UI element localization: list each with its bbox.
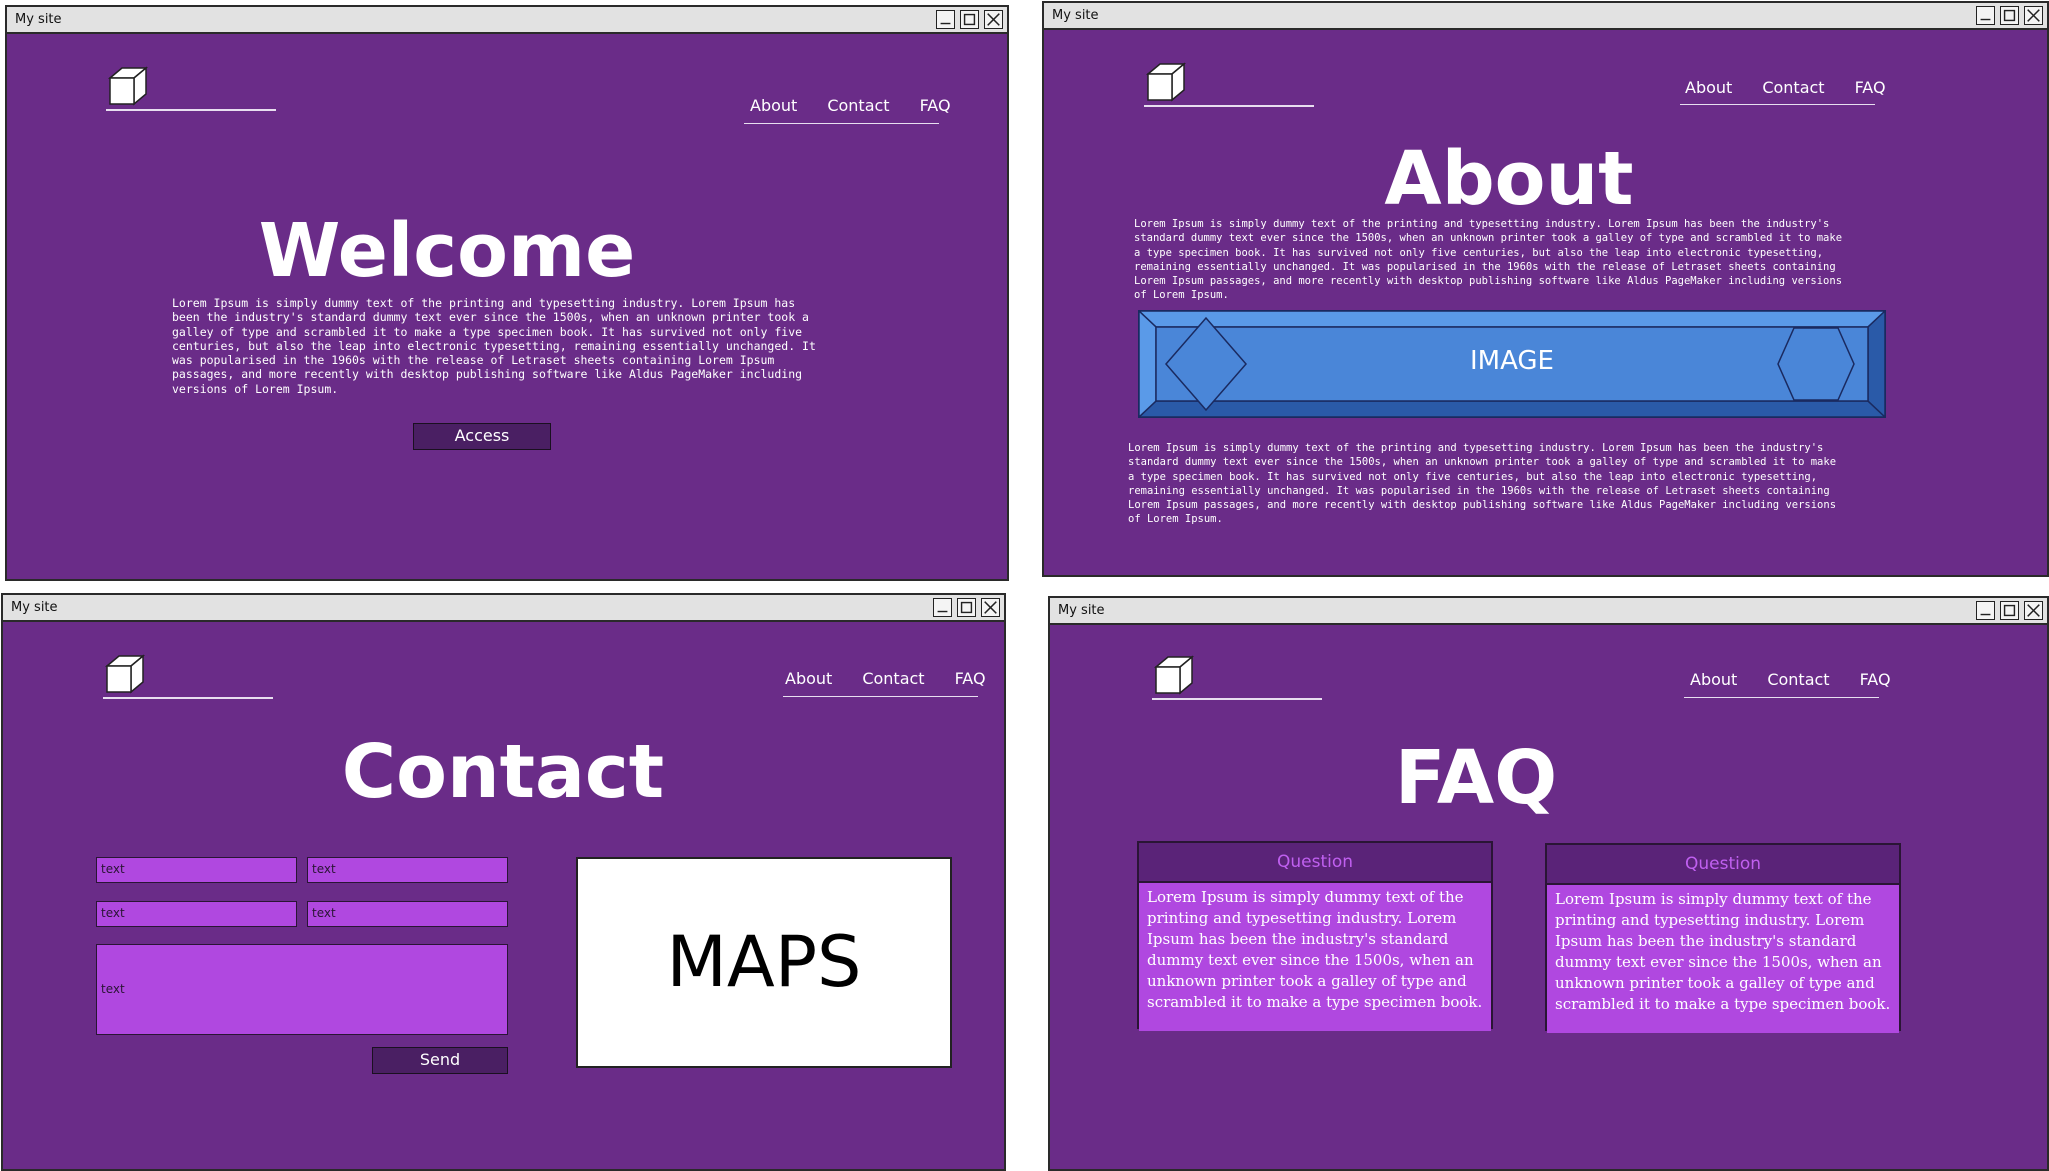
logo-underline [1152,698,1322,700]
faq-answer: Lorem Ipsum is simply dummy text of the … [1547,885,1899,1033]
nav-faq-link[interactable]: FAQ [955,669,986,688]
about-window: My site About Contact FAQ About Lorem Ip… [1042,1,2049,577]
page-title: Contact [341,729,665,815]
maps-placeholder[interactable]: MAPS [576,857,952,1068]
send-button[interactable]: Send [372,1047,508,1074]
window-title: My site [15,12,62,27]
main-nav: About Contact FAQ [1670,78,1901,97]
close-icon[interactable] [2024,6,2043,25]
maximize-icon[interactable] [960,10,979,29]
cube-logo-icon[interactable] [103,652,147,696]
logo-underline [1144,105,1314,107]
nav-underline [1680,104,1875,105]
window-titlebar: My site [1050,598,2047,625]
nav-underline [744,123,939,124]
maximize-icon[interactable] [957,598,976,617]
about-text-bottom: Lorem Ipsum is simply dummy text of the … [1128,442,1837,526]
faq-question[interactable]: Question [1547,845,1899,885]
window-titlebar: My site [3,595,1004,622]
nav-contact-link[interactable]: Contact [1762,78,1824,97]
about-text-top: Lorem Ipsum is simply dummy text of the … [1134,218,1843,302]
close-icon[interactable] [981,598,1000,617]
image-label: IMAGE [1469,346,1554,376]
access-button[interactable]: Access [413,423,551,450]
main-nav: About Contact FAQ [1675,670,1906,689]
text-field-2[interactable]: text [307,857,508,883]
minimize-icon[interactable] [1976,6,1995,25]
logo-underline [106,109,276,111]
cube-logo-icon[interactable] [1152,653,1196,697]
intro-text: Lorem Ipsum is simply dummy text of the … [172,296,816,396]
nav-about-link[interactable]: About [785,669,832,688]
message-textarea[interactable]: text [96,944,508,1035]
window-titlebar: My site [7,7,1007,34]
nav-contact-link[interactable]: Contact [862,669,924,688]
text-field-4[interactable]: text [307,901,508,927]
faq-window: My site About Contact FAQ FAQ Question L… [1048,596,2049,1171]
faq-card[interactable]: Question Lorem Ipsum is simply dummy tex… [1137,841,1493,1031]
cube-logo-icon[interactable] [1144,60,1188,104]
close-icon[interactable] [2024,601,2043,620]
page-title: FAQ [1394,735,1558,821]
faq-question[interactable]: Question [1139,843,1491,883]
nav-faq-link[interactable]: FAQ [1855,78,1886,97]
nav-faq-link[interactable]: FAQ [1860,670,1891,689]
minimize-icon[interactable] [933,598,952,617]
nav-underline [783,696,978,697]
nav-faq-link[interactable]: FAQ [920,96,951,115]
text-field-3[interactable]: text [96,901,297,927]
nav-about-link[interactable]: About [750,96,797,115]
cube-logo-icon[interactable] [106,64,150,108]
nav-about-link[interactable]: About [1690,670,1737,689]
window-title: My site [1058,603,1105,618]
maximize-icon[interactable] [2000,6,2019,25]
contact-window: My site About Contact FAQ Contact text t… [1,593,1006,1171]
nav-contact-link[interactable]: Contact [1767,670,1829,689]
image-placeholder: IMAGE [1138,310,1886,418]
window-title: My site [1052,8,1099,23]
maximize-icon[interactable] [2000,601,2019,620]
home-window: My site About Contact FAQ Welcome Lorem … [5,5,1009,581]
main-nav: About Contact FAQ [735,96,966,115]
logo-underline [103,697,273,699]
window-title: My site [11,600,58,615]
minimize-icon[interactable] [1976,601,1995,620]
nav-about-link[interactable]: About [1685,78,1732,97]
minimize-icon[interactable] [936,10,955,29]
page-title: About [1384,136,1634,222]
page-title: Welcome [258,208,636,294]
nav-underline [1684,697,1879,698]
faq-answer: Lorem Ipsum is simply dummy text of the … [1139,883,1491,1031]
close-icon[interactable] [984,10,1003,29]
text-field-1[interactable]: text [96,857,297,883]
faq-card[interactable]: Question Lorem Ipsum is simply dummy tex… [1545,843,1901,1033]
main-nav: About Contact FAQ [770,669,1001,688]
nav-contact-link[interactable]: Contact [827,96,889,115]
window-titlebar: My site [1044,3,2047,30]
